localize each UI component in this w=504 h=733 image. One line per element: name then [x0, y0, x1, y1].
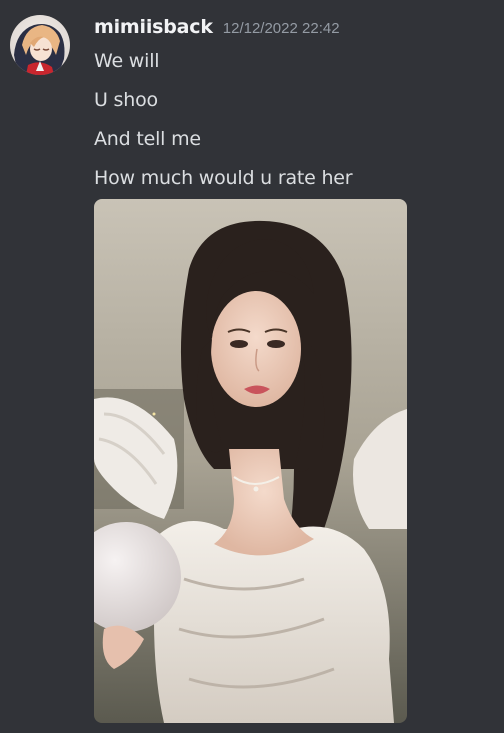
- message-timestamp: 12/12/2022 22:42: [222, 20, 340, 37]
- image-attachment[interactable]: [94, 199, 407, 723]
- avatar-icon: [10, 15, 70, 75]
- message-header: mimiisback 12/12/2022 22:42: [94, 16, 340, 44]
- message-line: How much would u rate her: [94, 167, 353, 189]
- message-line: And tell me: [94, 128, 201, 150]
- user-avatar[interactable]: [10, 15, 70, 75]
- message-line: We will: [94, 50, 160, 72]
- message-line: U shoo: [94, 89, 158, 111]
- photo-image: [94, 199, 407, 723]
- username[interactable]: mimiisback: [94, 16, 213, 38]
- chat-message: mimiisback 12/12/2022 22:42 We will U sh…: [0, 0, 504, 733]
